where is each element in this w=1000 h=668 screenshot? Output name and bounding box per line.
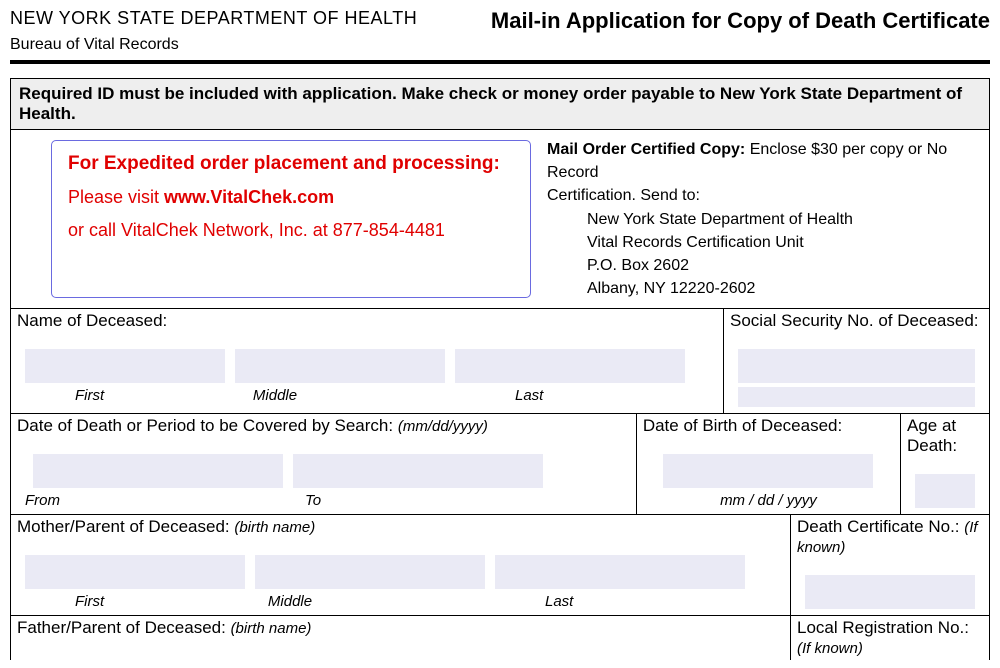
mail-info: Mail Order Certified Copy: Enclose $30 p… (543, 130, 989, 308)
mother-last-input[interactable] (495, 555, 745, 589)
mail-addr1: New York State Department of Health (547, 208, 985, 231)
dob-label: Date of Birth of Deceased: (643, 416, 894, 436)
ssn-input[interactable] (738, 349, 975, 383)
mother-label: Mother/Parent of Deceased: (birth name) (17, 517, 784, 537)
local-reg-no-cell: Local Registration No.: (If known) (791, 616, 989, 660)
death-from-input[interactable] (33, 454, 283, 488)
last-sublabel: Last (325, 387, 525, 404)
ssn-input-2[interactable] (738, 387, 975, 407)
deceased-first-input[interactable] (25, 349, 225, 383)
age-input[interactable] (915, 474, 975, 508)
father-label: Father/Parent of Deceased: (birth name) (17, 618, 784, 638)
to-sublabel: To (305, 492, 321, 509)
name-label: Name of Deceased: (17, 311, 717, 331)
death-date-label: Date of Death or Period to be Covered by… (17, 416, 630, 436)
row-name-ssn: Name of Deceased: First Middle Last Soci… (10, 308, 990, 413)
dob-input[interactable] (663, 454, 873, 488)
father-cell: Father/Parent of Deceased: (birth name) (11, 616, 791, 660)
death-to-input[interactable] (293, 454, 543, 488)
dob-hint: mm / dd / yyyy (643, 492, 894, 509)
age-label: Age at Death: (907, 416, 983, 456)
cert-no-input[interactable] (805, 575, 975, 609)
expedite-url: www.VitalChek.com (164, 187, 334, 207)
from-sublabel: From (25, 492, 305, 509)
row-dates-age: Date of Death or Period to be Covered by… (10, 413, 990, 514)
row-mother-cert: Mother/Parent of Deceased: (birth name) … (10, 514, 990, 615)
mother-last-sublabel: Last (345, 593, 565, 610)
date-of-death-cell: Date of Death or Period to be Covered by… (11, 414, 637, 514)
deceased-last-input[interactable] (455, 349, 685, 383)
mother-first-input[interactable] (25, 555, 245, 589)
ssn-label: Social Security No. of Deceased: (730, 311, 983, 331)
middle-sublabel: Middle (95, 387, 325, 404)
cert-no-label: Death Certificate No.: (If known) (797, 517, 983, 557)
info-section: For Expedited order placement and proces… (10, 130, 990, 308)
local-reg-label: Local Registration No.: (If known) (797, 618, 983, 658)
mail-addr3: P.O. Box 2602 (547, 254, 985, 277)
dob-cell: Date of Birth of Deceased: mm / dd / yyy… (637, 414, 901, 514)
mail-heading: Mail Order Certified Copy: (547, 141, 745, 158)
mother-middle-input[interactable] (255, 555, 485, 589)
death-cert-no-cell: Death Certificate No.: (If known) (791, 515, 989, 615)
name-of-deceased-cell: Name of Deceased: First Middle Last (11, 309, 724, 413)
expedite-call: or call VitalChek Network, Inc. at 877-8… (68, 220, 514, 241)
divider (10, 60, 990, 64)
department-name: NEW YORK STATE DEPARTMENT OF HEALTH (10, 8, 417, 29)
row-father-reg: Father/Parent of Deceased: (birth name) … (10, 615, 990, 660)
mail-addr2: Vital Records Certification Unit (547, 231, 985, 254)
mail-cert-line: Certification. Send to: (547, 184, 985, 207)
expedite-visit: Please visit www.VitalChek.com (68, 187, 514, 208)
bureau-name: Bureau of Vital Records (10, 36, 990, 54)
mother-middle-sublabel: Middle (95, 593, 345, 610)
ssn-cell: Social Security No. of Deceased: (724, 309, 989, 413)
expedite-box: For Expedited order placement and proces… (51, 140, 531, 298)
first-sublabel: First (25, 387, 95, 404)
form-title: Mail-in Application for Copy of Death Ce… (491, 8, 990, 34)
age-cell: Age at Death: (901, 414, 989, 514)
deceased-middle-input[interactable] (235, 349, 445, 383)
mother-cell: Mother/Parent of Deceased: (birth name) … (11, 515, 791, 615)
required-id-banner: Required ID must be included with applic… (10, 78, 990, 130)
expedite-heading: For Expedited order placement and proces… (68, 153, 514, 175)
mail-addr4: Albany, NY 12220-2602 (547, 277, 985, 300)
expedite-visit-text: Please visit (68, 187, 164, 207)
mother-first-sublabel: First (25, 593, 95, 610)
